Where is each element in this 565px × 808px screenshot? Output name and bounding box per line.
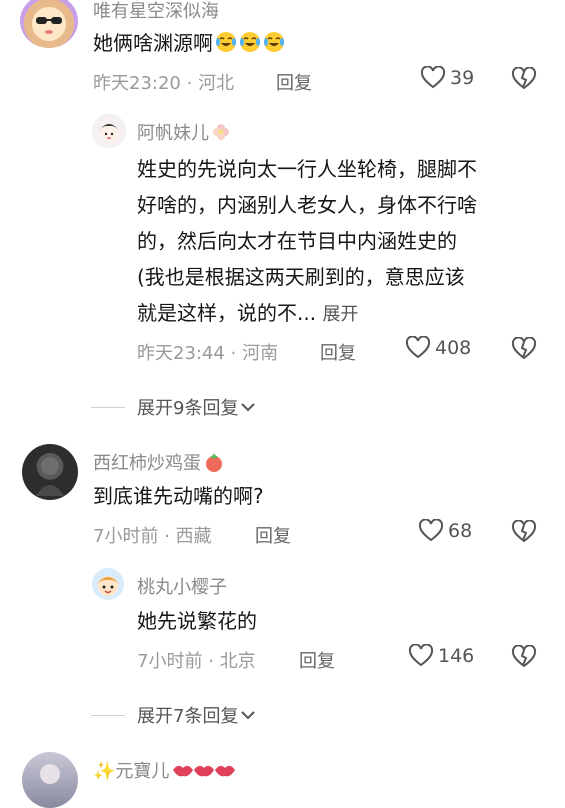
comment-text: 她俩啥渊源啊 [93,26,285,60]
comment-time: 7小时前 [137,651,203,672]
broken-heart-icon [511,644,537,668]
avatar-image [97,576,119,596]
expand-comment-button[interactable]: 展开 [322,304,358,325]
comment-text-line: 好啥的，内涵别人老女人，身体不行啥 [137,193,477,217]
like-count: 39 [450,67,475,89]
username-text: ✨元寶儿 [93,761,170,782]
comment-text-body: 她俩啥渊源啊 [93,31,213,55]
dislike-button[interactable] [511,644,537,673]
comment-meta: 昨天23:44 · 河南 [137,339,278,365]
avatar[interactable] [20,0,78,48]
comment-text-line: (我也是根据这两天刷到的，意思应该 [137,265,465,289]
heart-icon [418,519,444,542]
like-count: 68 [448,520,473,542]
like-count: 146 [438,645,475,667]
comment-text-line-end: 就是这样，说的不... [137,301,317,325]
expand-replies-button[interactable]: 展开7条回复 [91,702,256,728]
expand-replies-label: 展开7条回复 [137,706,239,727]
comment-text-line: 姓史的先说向太一行人坐轮椅，腿脚不 [137,157,477,181]
meta-separator: · [186,73,193,94]
meta-separator: · [208,651,214,672]
avatar-image [40,764,60,784]
avatar-image [99,124,119,142]
reply-button[interactable]: 回复 [276,69,312,95]
like-button[interactable]: 408 [405,336,471,360]
heart-icon [420,66,446,89]
comment-username[interactable]: 唯有星空深似海 [93,0,219,23]
crying-laughing-emoji-icon [237,31,261,55]
broken-heart-icon [511,66,537,90]
comment-text: 她先说繁花的 [137,609,257,633]
comment-meta: 7小时前 · 北京 [137,647,256,673]
dislike-button[interactable] [511,336,537,365]
comment-time: 昨天23:44 [137,343,225,364]
crying-laughing-emoji-icon [213,31,237,55]
chevron-down-icon [241,403,256,412]
username-text: 阿帆妹儿 [137,123,209,144]
comment-username[interactable]: ✨元寶儿 [93,757,237,783]
comment-location: 西藏 [175,526,212,547]
expand-replies-button[interactable]: 展开9条回复 [91,394,256,420]
tomato-emoji-icon [206,453,222,472]
like-button[interactable]: 68 [418,519,472,543]
like-button[interactable]: 39 [420,66,474,90]
avatar[interactable] [92,568,124,600]
heart-icon [405,336,431,359]
avatar[interactable] [22,752,78,808]
comment-text-line: 的，然后向太才在节目中内涵姓史的 [137,229,457,253]
heart-icon [408,644,434,667]
meta-separator: · [230,343,237,364]
reply-button[interactable]: 回复 [299,647,335,673]
crying-laughing-emoji-icon [261,31,285,55]
avatar-image [36,457,64,496]
dislike-button[interactable] [511,66,537,95]
comment-meta: 昨天23:20 · 河北 [93,69,234,95]
avatar[interactable] [92,114,126,148]
divider-line [91,714,125,716]
flower-emoji-icon [213,124,229,140]
comment-location: 河南 [242,343,279,364]
lips-emoji-icon [173,765,236,777]
avatar[interactable] [22,444,78,500]
username-text: 西红柿炒鸡蛋 [93,453,201,474]
comment-username[interactable]: 桃丸小樱子 [137,573,227,599]
reply-button[interactable]: 回复 [320,339,356,365]
comment-location: 北京 [219,651,256,672]
comment-username[interactable]: 阿帆妹儿 [137,119,231,145]
reply-button[interactable]: 回复 [255,522,291,548]
dislike-button[interactable] [511,519,537,548]
expand-replies-label: 展开9条回复 [137,398,239,419]
comment-text: 到底谁先动嘴的啊? [93,484,264,508]
meta-separator: · [164,526,170,547]
comment-username[interactable]: 西红柿炒鸡蛋 [93,449,225,475]
comment-time: 昨天23:20 [93,73,181,94]
divider-line [91,406,125,408]
comment-location: 河北 [198,73,235,94]
like-button[interactable]: 146 [408,644,474,668]
chevron-down-icon [241,711,256,720]
broken-heart-icon [511,519,537,543]
like-count: 408 [435,337,472,359]
broken-heart-icon [511,336,537,360]
comment-text-line: 就是这样，说的不... 展开 [137,296,358,332]
comment-time: 7小时前 [93,526,159,547]
comment-meta: 7小时前 · 西藏 [93,522,212,548]
avatar-image [32,7,66,41]
